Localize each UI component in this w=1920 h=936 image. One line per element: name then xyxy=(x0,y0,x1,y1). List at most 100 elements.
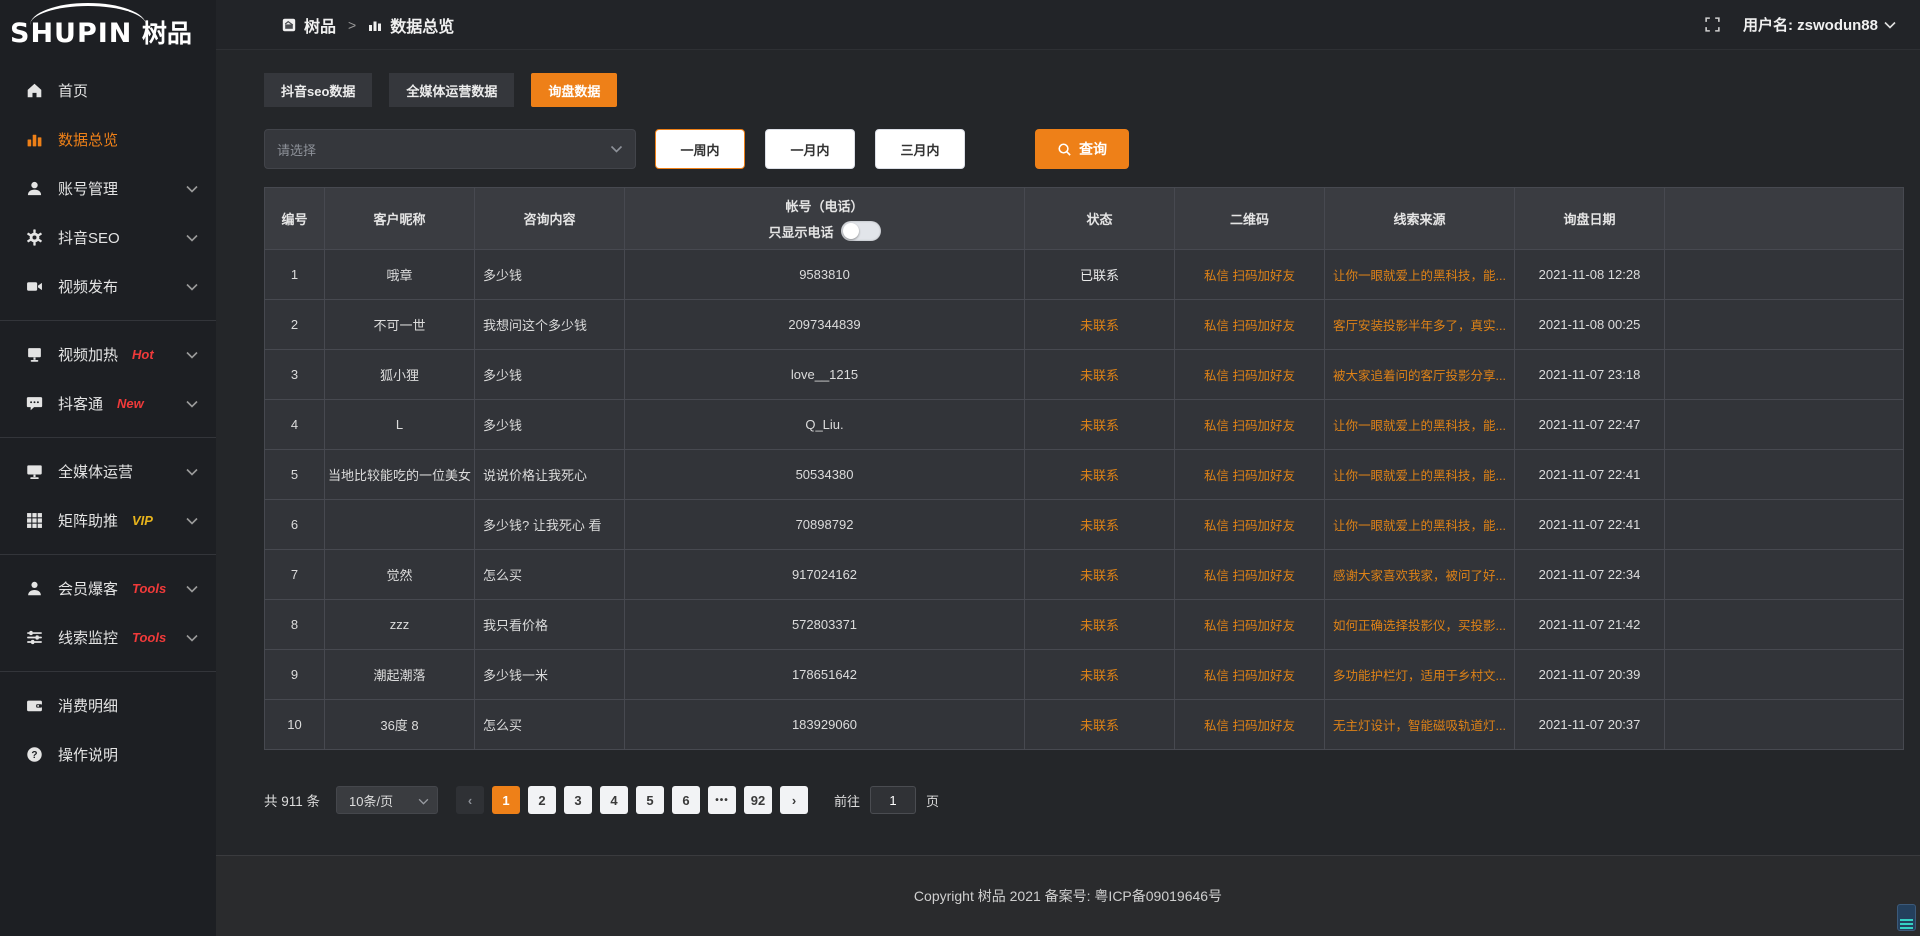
cell-nickname: 哦章 xyxy=(325,250,475,300)
cell-content: 多少钱 xyxy=(475,350,625,400)
fullscreen-icon[interactable] xyxy=(1704,16,1721,33)
cell-date: 2021-11-08 00:25 xyxy=(1515,300,1665,350)
cell-source-link[interactable]: 感谢大家喜欢我家，被问了好... xyxy=(1325,550,1515,600)
jump-page-input[interactable] xyxy=(870,786,916,814)
topbar-right: 用户名: zswodun88 xyxy=(1704,14,1896,35)
chevron-down-icon xyxy=(186,180,198,198)
cell-source-link[interactable]: 被大家追着问的客厅投影分享... xyxy=(1325,350,1515,400)
sidebar-item-omni-media[interactable]: 全媒体运营 xyxy=(0,447,216,496)
sidebar-item-douyin-seo[interactable]: 抖音SEO xyxy=(0,213,216,262)
sidebar-item-spend-details[interactable]: 消费明细 xyxy=(0,681,216,730)
cell-nickname: 狐小狸 xyxy=(325,350,475,400)
cell-account: 50534380 xyxy=(625,450,1025,500)
cell-source-link[interactable]: 让你一眼就爱上的黑科技，能... xyxy=(1325,250,1515,300)
cell-date: 2021-11-07 20:39 xyxy=(1515,650,1665,700)
page-size-select[interactable]: 10条/页 xyxy=(336,786,438,814)
cell-empty xyxy=(1665,450,1904,500)
cell-content: 我想问这个多少钱 xyxy=(475,300,625,350)
svg-text:?: ? xyxy=(31,750,37,761)
cell-qrcode-link[interactable]: 私信 扫码加好友 xyxy=(1175,650,1325,700)
user-dropdown[interactable]: 用户名: zswodun88 xyxy=(1743,14,1896,35)
pagination: 共 911 条 10条/页 ‹ 1 2 3 4 5 6 ••• 92 › 前往 … xyxy=(264,786,1904,814)
sidebar-item-matrix-boost[interactable]: 矩阵助推 VIP xyxy=(0,496,216,545)
cell-qrcode-link[interactable]: 私信 扫码加好友 xyxy=(1175,250,1325,300)
member-icon xyxy=(26,580,43,597)
chevron-down-icon xyxy=(186,463,198,481)
breadcrumb: 树品 > 数据总览 xyxy=(282,13,454,37)
sidebar-item-lead-monitoring[interactable]: 线索监控 Tools xyxy=(0,613,216,662)
sidebar-item-label: 账号管理 xyxy=(58,178,118,199)
cell-content: 怎么买 xyxy=(475,550,625,600)
total-count-label: 共 911 条 xyxy=(264,790,320,810)
page-button-5[interactable]: 5 xyxy=(636,786,664,814)
range-month-button[interactable]: 一月内 xyxy=(765,129,855,169)
sidebar-item-video-publish[interactable]: 视频发布 xyxy=(0,262,216,311)
tab-douyin-seo-data[interactable]: 抖音seo数据 xyxy=(264,73,372,107)
sidebar-item-video-heating[interactable]: 视频加热 Hot xyxy=(0,330,216,379)
menu-divider xyxy=(0,437,216,438)
cell-qrcode-link[interactable]: 私信 扫码加好友 xyxy=(1175,500,1325,550)
sidebar-item-douketong[interactable]: 抖客通 New xyxy=(0,379,216,428)
cell-qrcode-link[interactable]: 私信 扫码加好友 xyxy=(1175,600,1325,650)
menu-divider xyxy=(0,320,216,321)
range-week-button[interactable]: 一周内 xyxy=(655,129,745,169)
cell-qrcode-link[interactable]: 私信 扫码加好友 xyxy=(1175,450,1325,500)
cell-nickname: zzz xyxy=(325,600,475,650)
page-button-1[interactable]: 1 xyxy=(492,786,520,814)
cell-date: 2021-11-07 22:47 xyxy=(1515,400,1665,450)
sidebar-item-account-management[interactable]: 账号管理 xyxy=(0,164,216,213)
search-icon xyxy=(1057,142,1072,157)
tools-badge: Tools xyxy=(132,630,166,645)
page-button-4[interactable]: 4 xyxy=(600,786,628,814)
tab-inquiry-data[interactable]: 询盘数据 xyxy=(531,73,617,107)
next-page-button[interactable]: › xyxy=(780,786,808,814)
range-quarter-button[interactable]: 三月内 xyxy=(875,129,965,169)
data-tabs: 抖音seo数据 全媒体运营数据 询盘数据 xyxy=(264,73,1904,107)
floating-widget[interactable] xyxy=(1897,904,1916,931)
tab-omni-media-data[interactable]: 全媒体运营数据 xyxy=(389,73,514,107)
column-date: 询盘日期 xyxy=(1515,188,1665,250)
help-icon: ? xyxy=(26,746,43,763)
table-row: 7 觉然 怎么买 917024162 未联系 私信 扫码加好友 感谢大家喜欢我家… xyxy=(265,550,1904,600)
cell-source-link[interactable]: 客厅安装投影半年多了，真实... xyxy=(1325,300,1515,350)
sidebar-item-label: 线索监控 xyxy=(58,627,118,648)
cell-source-link[interactable]: 让你一眼就爱上的黑科技，能... xyxy=(1325,500,1515,550)
cell-source-link[interactable]: 无主灯设计，智能磁吸轨道灯... xyxy=(1325,700,1515,750)
cell-source-link[interactable]: 让你一眼就爱上的黑科技，能... xyxy=(1325,450,1515,500)
sidebar-item-member-baoke[interactable]: 会员爆客 Tools xyxy=(0,564,216,613)
sidebar-item-home[interactable]: 首页 xyxy=(0,66,216,115)
table-row: 5 当地比较能吃的一位美女 说说价格让我死心 50534380 未联系 私信 扫… xyxy=(265,450,1904,500)
logo[interactable]: SHUPIN 树品 xyxy=(0,0,216,56)
account-select[interactable]: 请选择 xyxy=(264,129,636,169)
page-button-92[interactable]: 92 xyxy=(744,786,772,814)
user-icon xyxy=(26,180,43,197)
sidebar-item-label: 会员爆客 xyxy=(58,578,118,599)
cell-qrcode-link[interactable]: 私信 扫码加好友 xyxy=(1175,700,1325,750)
cell-source-link[interactable]: 多功能护栏灯，适用于乡村文... xyxy=(1325,650,1515,700)
sidebar-item-instructions[interactable]: ? 操作说明 xyxy=(0,730,216,779)
search-button[interactable]: 查询 xyxy=(1035,129,1129,169)
column-qrcode: 二维码 xyxy=(1175,188,1325,250)
page-button-2[interactable]: 2 xyxy=(528,786,556,814)
cell-empty xyxy=(1665,400,1904,450)
cell-source-link[interactable]: 如何正确选择投影仪，买投影... xyxy=(1325,600,1515,650)
cell-id: 5 xyxy=(265,450,325,500)
cell-empty xyxy=(1665,500,1904,550)
sidebar-item-data-overview[interactable]: 数据总览 xyxy=(0,115,216,164)
page-button-3[interactable]: 3 xyxy=(564,786,592,814)
page-button-6[interactable]: 6 xyxy=(672,786,700,814)
cell-date: 2021-11-08 12:28 xyxy=(1515,250,1665,300)
cell-status: 未联系 xyxy=(1025,700,1175,750)
cell-qrcode-link[interactable]: 私信 扫码加好友 xyxy=(1175,550,1325,600)
cell-id: 7 xyxy=(265,550,325,600)
cell-nickname: 觉然 xyxy=(325,550,475,600)
cell-qrcode-link[interactable]: 私信 扫码加好友 xyxy=(1175,300,1325,350)
phone-only-toggle[interactable] xyxy=(841,221,881,241)
cell-qrcode-link[interactable]: 私信 扫码加好友 xyxy=(1175,350,1325,400)
cell-source-link[interactable]: 让你一眼就爱上的黑科技，能... xyxy=(1325,400,1515,450)
column-nickname: 客户昵称 xyxy=(325,188,475,250)
breadcrumb-root[interactable]: 树品 xyxy=(304,13,336,37)
more-pages-button[interactable]: ••• xyxy=(708,786,736,814)
cell-qrcode-link[interactable]: 私信 扫码加好友 xyxy=(1175,400,1325,450)
prev-page-button[interactable]: ‹ xyxy=(456,786,484,814)
